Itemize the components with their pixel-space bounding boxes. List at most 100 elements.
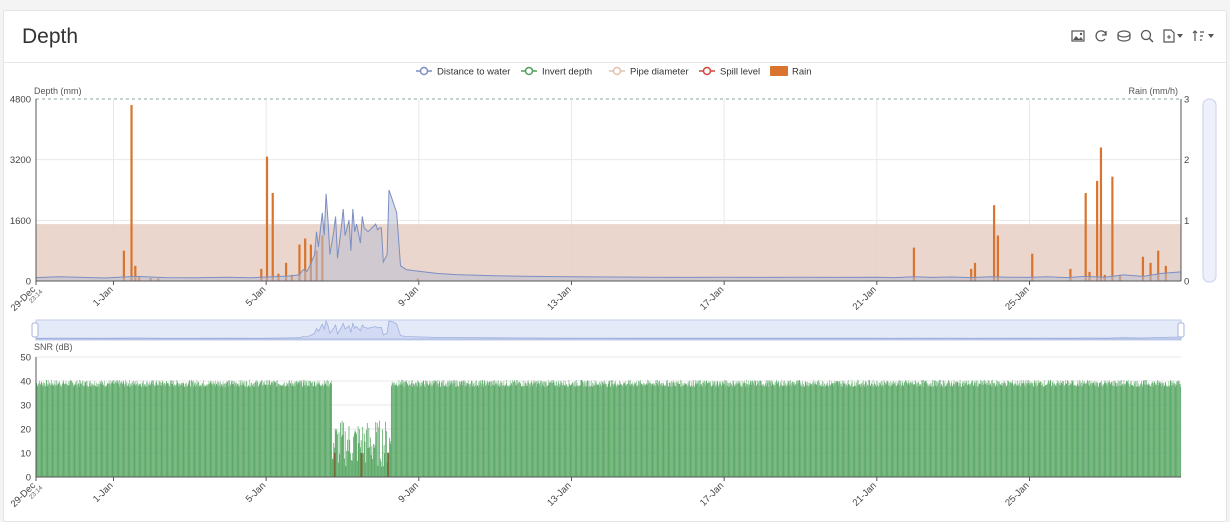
snr-bar bbox=[162, 382, 164, 477]
snr-bar bbox=[148, 384, 149, 477]
snr-bar bbox=[332, 458, 334, 477]
snr-bar bbox=[544, 381, 546, 477]
snr-bar bbox=[516, 383, 518, 477]
snr-bar bbox=[709, 383, 710, 477]
x-tick-label: 9-Jan bbox=[396, 284, 421, 309]
snr-bar bbox=[901, 386, 902, 477]
snr-bar bbox=[708, 382, 710, 477]
snr-bar bbox=[929, 383, 931, 477]
snr-bar bbox=[1076, 385, 1078, 477]
snr-bar bbox=[749, 383, 751, 477]
legend-item[interactable]: Pipe diameter bbox=[609, 67, 689, 78]
snr-bar bbox=[991, 382, 993, 477]
snr-bar bbox=[529, 383, 530, 477]
snr-bar bbox=[625, 381, 626, 477]
snr-bar bbox=[530, 385, 532, 477]
snr-bar bbox=[984, 383, 986, 477]
snr-bar bbox=[494, 380, 495, 477]
snr-bar bbox=[539, 382, 541, 477]
snr-bar bbox=[555, 381, 557, 477]
snr-bar bbox=[620, 384, 622, 477]
snr-bar bbox=[237, 383, 238, 477]
snr-bar bbox=[705, 386, 706, 477]
snr-bar bbox=[533, 380, 535, 477]
snr-bar bbox=[578, 385, 579, 477]
snr-bar bbox=[831, 381, 832, 477]
snr-bar bbox=[275, 382, 277, 477]
snr-bar bbox=[151, 380, 153, 477]
navigator-right-handle[interactable] bbox=[1177, 322, 1185, 338]
snr-bar bbox=[102, 385, 104, 477]
snr-bar bbox=[567, 386, 569, 477]
snr-bar bbox=[1017, 386, 1018, 477]
snr-bar bbox=[1038, 380, 1039, 477]
legend-item[interactable]: Rain bbox=[770, 66, 812, 78]
snr-bar bbox=[341, 420, 343, 477]
snr-bar bbox=[921, 380, 922, 477]
snr-bar bbox=[755, 380, 756, 477]
snr-bar bbox=[474, 386, 475, 477]
snr-bar bbox=[750, 380, 751, 477]
snr-bar bbox=[938, 383, 940, 477]
snr-bar bbox=[799, 381, 801, 477]
snr-bar bbox=[93, 384, 94, 477]
snr-bar bbox=[1168, 386, 1169, 477]
snr-bar bbox=[319, 384, 321, 477]
snr-bar bbox=[810, 384, 812, 477]
snr-bar bbox=[642, 386, 643, 477]
navigator-left-handle[interactable] bbox=[31, 322, 39, 338]
snr-bar bbox=[1095, 382, 1096, 477]
legend-item[interactable]: Invert depth bbox=[521, 67, 592, 78]
time-range-navigator[interactable] bbox=[31, 319, 1185, 341]
snr-bar bbox=[199, 386, 200, 477]
snr-bar bbox=[428, 385, 429, 477]
snr-bar bbox=[144, 385, 146, 477]
snr-bar bbox=[1002, 382, 1004, 477]
snr-bar bbox=[407, 383, 408, 477]
snr-bar bbox=[199, 385, 201, 477]
snr-bar bbox=[481, 386, 482, 477]
snr-bar bbox=[204, 384, 205, 477]
snr-bar bbox=[412, 380, 413, 477]
legend-item[interactable]: Distance to water bbox=[416, 67, 510, 78]
snr-bar bbox=[711, 386, 712, 477]
snr-bar bbox=[1040, 381, 1041, 477]
snr-bar bbox=[282, 385, 283, 477]
snr-bar bbox=[57, 383, 58, 477]
snr-bar bbox=[695, 381, 697, 477]
snr-bar bbox=[1171, 381, 1172, 477]
snr-bar bbox=[179, 383, 181, 477]
snr-bar bbox=[860, 383, 861, 477]
snr-bar bbox=[248, 385, 249, 477]
snr-bar bbox=[534, 383, 536, 477]
snr-bar bbox=[824, 383, 825, 477]
snr-bar bbox=[1132, 385, 1134, 477]
snr-bar bbox=[1084, 383, 1086, 477]
snr-bar bbox=[925, 383, 927, 477]
snr-bar bbox=[468, 384, 470, 477]
snr-bar bbox=[401, 385, 402, 477]
snr-bar bbox=[403, 381, 405, 477]
snr-bar bbox=[45, 385, 46, 477]
snr-bar bbox=[531, 381, 532, 477]
snr-bar bbox=[780, 381, 781, 477]
snr-bar bbox=[64, 383, 65, 477]
snr-bar bbox=[795, 383, 796, 477]
snr-bar bbox=[954, 384, 956, 477]
snr-bar bbox=[884, 382, 886, 477]
snr-bar bbox=[163, 384, 164, 477]
snr-bar bbox=[1080, 384, 1081, 477]
snr-bar bbox=[146, 380, 148, 477]
snr-bar bbox=[979, 384, 980, 477]
legend-item[interactable]: Spill level bbox=[699, 67, 760, 78]
vertical-zoom-slider[interactable] bbox=[1202, 98, 1217, 283]
snr-bar bbox=[163, 384, 165, 477]
rain-bar bbox=[992, 205, 996, 281]
snr-bar bbox=[733, 380, 735, 477]
snr-bar bbox=[607, 386, 608, 477]
snr-bar bbox=[628, 381, 629, 477]
navigator-track[interactable] bbox=[35, 319, 1182, 341]
snr-bar bbox=[521, 386, 522, 477]
snr-bar bbox=[129, 380, 130, 477]
y-tick-label: 40 bbox=[20, 377, 31, 388]
